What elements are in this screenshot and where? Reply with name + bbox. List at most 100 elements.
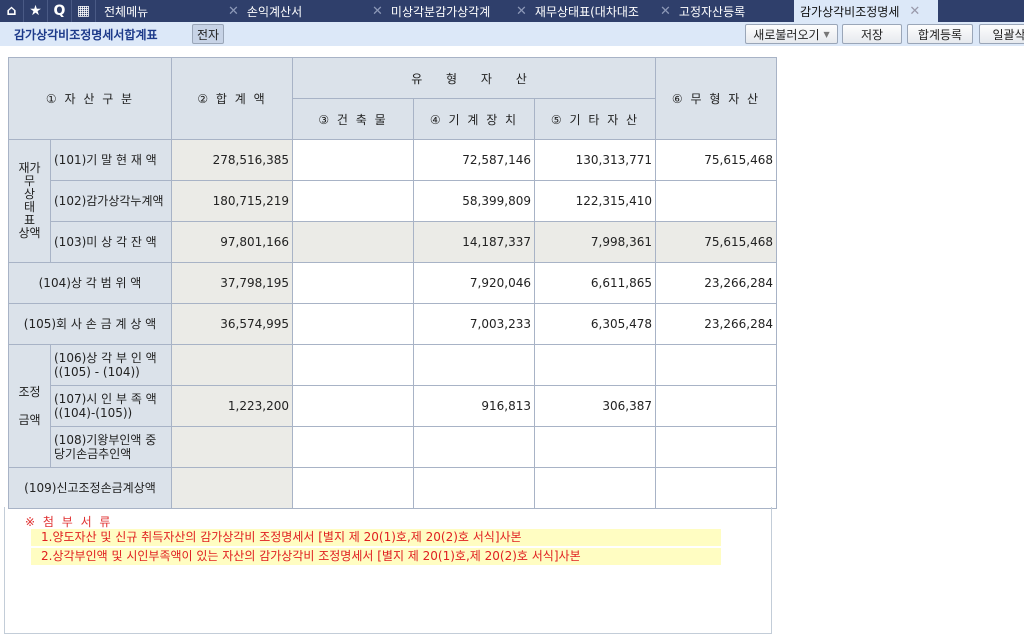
row-label: (108)기왕부인액 중 당기손금추인액 [50,426,172,468]
cell-total[interactable]: 180,715,219 [171,180,293,222]
row-label: (101)기 말 현 재 액 [50,139,172,181]
cell-other[interactable]: 7,998,361 [534,221,656,263]
close-icon[interactable]: ✕ [660,4,671,19]
row-label: (103)미 상 각 잔 액 [50,221,172,263]
all-menu-label: 전체메뉴 [104,4,149,19]
tab-fixed-assets[interactable]: ✕ 고정자산등록 [650,0,794,22]
cell-other[interactable]: 306,387 [534,385,656,427]
header-asset-class: ① 자 산 구 분 [8,57,172,140]
cell-intangible[interactable] [655,180,777,222]
menu-grid-icon[interactable]: ▦ [72,0,96,22]
cell-total[interactable]: 36,574,995 [171,303,293,345]
cell-other[interactable] [534,426,656,468]
cell-intangible[interactable] [655,426,777,468]
cell-total[interactable] [171,344,293,386]
note-item: 2.상각부인액 및 시인부족액이 있는 자산의 감가상각비 조정명세서 [별지 … [31,548,721,565]
reload-label: 새로불러오기 [753,27,820,42]
cell-building[interactable] [292,139,414,181]
header-tangible: 유 형 자 산 [292,57,656,99]
header-intangible: ⑥ 무 형 자 산 [655,57,777,140]
cell-other[interactable]: 6,305,478 [534,303,656,345]
cell-machinery[interactable] [413,344,535,386]
cell-total[interactable]: 1,223,200 [171,385,293,427]
cell-other[interactable] [534,344,656,386]
tab-label: 손익계산서 [246,4,303,19]
cell-intangible[interactable]: 23,266,284 [655,262,777,304]
header-machinery: ④ 기 계 장 치 [413,98,535,140]
reload-dropdown[interactable]: 새로불러오기 ▼ [745,24,838,44]
cell-intangible[interactable] [655,344,777,386]
cell-intangible[interactable]: 75,615,468 [655,221,777,263]
close-icon[interactable]: ✕ [516,4,527,19]
close-icon[interactable]: ✕ [909,4,920,19]
bulk-delete-button[interactable]: 일괄삭 [979,24,1024,44]
row-label: (109)신고조정손금계상액 [8,467,172,509]
cell-total[interactable]: 97,801,166 [171,221,293,263]
star-icon[interactable]: ★ [24,0,48,22]
cell-other[interactable]: 130,313,771 [534,139,656,181]
attachments-notes: ※ 첨 부 서 류 1.양도자산 및 신규 취득자산의 감가상각비 조정명세서 … [4,507,772,634]
tab-balance-sheet[interactable]: ✕ 재무상태표(대차대조 [506,0,650,22]
top-tab-bar: ⌂ ★ Q ▦ 전체메뉴 ✕ 손익계산서 ✕ 미상각분감가상각계 ✕ 재무상태표(대차… [0,0,1024,22]
chevron-down-icon: ▼ [823,29,830,39]
cell-intangible[interactable]: 23,266,284 [655,303,777,345]
cell-building[interactable] [292,262,414,304]
table-row: (103)미 상 각 잔 액 97,801,166 14,187,337 7,998,… [9,221,777,263]
close-icon[interactable]: ✕ [228,4,239,19]
cell-intangible[interactable] [655,467,777,509]
cell-building[interactable] [292,180,414,222]
cell-machinery[interactable]: 7,920,046 [413,262,535,304]
cell-machinery[interactable]: 72,587,146 [413,139,535,181]
cell-machinery[interactable] [413,426,535,468]
cell-machinery[interactable] [413,467,535,509]
tab-label: 감가상각비조정명세 [800,4,900,19]
cell-intangible[interactable]: 75,615,468 [655,139,777,181]
cell-machinery[interactable]: 14,187,337 [413,221,535,263]
cell-total[interactable]: 278,516,385 [171,139,293,181]
save-button[interactable]: 저장 [842,24,902,44]
cell-machinery[interactable]: 58,399,809 [413,180,535,222]
notes-heading: ※ 첨 부 서 류 [25,515,113,529]
close-icon[interactable]: ✕ [372,4,383,19]
table-row: 재가 무 상 태 표 상액 (101)기 말 현 재 액 278,516,385 72… [8,139,777,263]
row-label: (107)시 인 부 족 액 ((104)-(105)) [50,385,172,427]
cell-other[interactable]: 122,315,410 [534,180,656,222]
cell-building[interactable] [292,385,414,427]
tab-income-statement[interactable]: ✕ 손익계산서 [218,0,362,22]
cell-total[interactable] [171,426,293,468]
cell-building[interactable] [292,467,414,509]
tab-unamortized[interactable]: ✕ 미상각분감가상각계 [362,0,506,22]
table-row: (105)회 사 손 금 계 상 액 36,574,995 7,003,233 6,3… [8,303,777,345]
sum-register-button[interactable]: 합계등록 [907,24,973,44]
all-menu-button[interactable]: 전체메뉴 [96,0,218,22]
header-other: ⑤ 기 타 자 산 [534,98,656,140]
cell-total[interactable] [171,467,293,509]
row-label: (105)회 사 손 금 계 상 액 [8,303,172,345]
cell-other[interactable] [534,467,656,509]
table-row: (109)신고조정손금계상액 [8,467,777,509]
cell-machinery[interactable]: 916,813 [413,385,535,427]
cell-building[interactable] [292,344,414,386]
search-icon[interactable]: Q [48,0,72,22]
tab-label: 미상각분감가상각계 [390,4,491,19]
cell-machinery[interactable]: 7,003,233 [413,303,535,345]
cell-total[interactable]: 37,798,195 [171,262,293,304]
cell-other[interactable]: 6,611,865 [534,262,656,304]
home-icon[interactable]: ⌂ [0,0,24,22]
table-row: 조정 금액 (106)상 각 부 인 액 ((105) - (104)) [8,344,777,468]
cell-building[interactable] [292,221,414,263]
cell-building[interactable] [292,426,414,468]
electronic-button[interactable]: 전자 [192,24,224,44]
table-row: (108)기왕부인액 중 당기손금추인액 [9,426,777,468]
cell-intangible[interactable] [655,385,777,427]
cell-building[interactable] [292,303,414,345]
row-label: (106)상 각 부 인 액 ((105) - (104)) [50,344,172,386]
group-adjustment: 조정 금액 [8,344,51,468]
depreciation-summary-table: ① 자 산 구 분 ② 합 계 액 유 형 자 산 ⑥ 무 형 자 산 ③ 건 … [8,57,777,509]
group-financial-statement: 재가 무 상 태 표 상액 [8,139,51,263]
note-item: 1.양도자산 및 신규 취득자산의 감가상각비 조정명세서 [별지 제 20(1… [31,529,721,546]
table-row: (107)시 인 부 족 액 ((104)-(105)) 1,223,200 916… [9,385,777,427]
row-label: (104)상 각 범 위 액 [8,262,172,304]
tab-depreciation[interactable]: 감가상각비조정명세 ✕ [794,0,938,22]
table-row: (102)감가상각누계액 180,715,219 58,399,809 122,315… [9,180,777,222]
